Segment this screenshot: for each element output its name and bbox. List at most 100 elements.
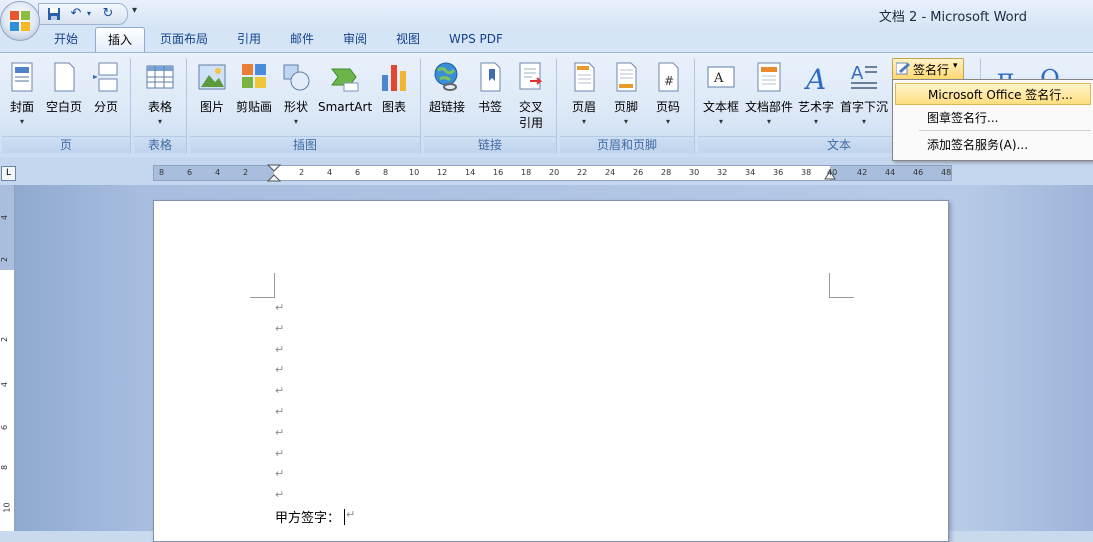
paragraph-mark: ↵ xyxy=(275,425,285,439)
paragraph-mark: ↵ xyxy=(346,508,356,521)
tab-references[interactable]: 引用 xyxy=(225,27,273,51)
signature-line-menu: Microsoft Office 签名行... 图章签名行... 添加签名服务(… xyxy=(892,79,1093,161)
ruler-tick: 46 xyxy=(913,168,924,177)
globe-link-icon xyxy=(434,62,458,91)
group-links: 超链接 书签 交叉 引用 链接 xyxy=(424,57,557,155)
ribbon-tabs: 开始 插入 页面布局 引用 邮件 审阅 视图 WPS PDF xyxy=(0,27,1093,52)
crop-mark-left xyxy=(250,273,275,298)
signature-pen-icon xyxy=(896,62,910,75)
ruler-tick: 8 xyxy=(383,168,389,177)
ruler-tick: 18 xyxy=(521,168,532,177)
ruler-tick: 24 xyxy=(605,168,616,177)
ruler-tick: 10 xyxy=(409,168,420,177)
group-header-footer: 页眉 ▾ 页脚 ▾ # 页码 ▾ 页眉和页脚 xyxy=(560,57,695,155)
header-icon xyxy=(574,62,595,92)
title-bar: 文档 2 - Microsoft Word xyxy=(0,0,1093,27)
quick-parts-icon xyxy=(757,62,781,92)
menu-item-office-signature[interactable]: Microsoft Office 签名行... xyxy=(895,83,1091,105)
ruler-tick: 44 xyxy=(885,168,896,177)
ruler-tick: 26 xyxy=(633,168,644,177)
bookmark-icon xyxy=(480,62,501,92)
paragraph-mark: ↵ xyxy=(275,321,285,335)
smartart-icon xyxy=(331,68,359,92)
svg-text:A: A xyxy=(803,63,826,93)
paragraph-mark: ↵ xyxy=(275,384,285,398)
blank-page-icon xyxy=(54,62,75,92)
group-label-tables: 表格 xyxy=(134,136,186,153)
tab-wps-pdf[interactable]: WPS PDF xyxy=(437,27,515,51)
ruler-tick: 48 xyxy=(941,168,952,177)
vertical-ruler-tick: 6 xyxy=(0,424,10,431)
cross-reference-icon xyxy=(519,62,543,90)
ruler-left-margin xyxy=(154,166,274,180)
text-cursor xyxy=(344,509,345,525)
vertical-ruler-tick: 4 xyxy=(0,381,10,388)
quick-access-toolbar: ↶ ▾ ↻ xyxy=(38,3,128,25)
tab-selector[interactable]: L xyxy=(1,166,16,181)
group-tables: 表格 ▾ 表格 xyxy=(134,57,187,155)
signature-dropdown-icon[interactable]: ▾ xyxy=(953,61,958,71)
paragraph-mark: ↵ xyxy=(275,405,285,418)
undo-dropdown-icon[interactable]: ▾ xyxy=(85,6,93,22)
window-title: 文档 2 - Microsoft Word xyxy=(878,10,1027,25)
save-icon[interactable] xyxy=(47,7,61,21)
vertical-ruler-tick: 2 xyxy=(0,256,10,263)
tab-view[interactable]: 视图 xyxy=(384,27,432,51)
undo-button[interactable]: ↶ xyxy=(67,6,85,22)
paragraph-mark: ↵ xyxy=(275,446,285,460)
ruler-tick: 30 xyxy=(689,168,700,177)
vertical-ruler-tick: 4 xyxy=(0,214,10,221)
ruler-tick: 14 xyxy=(465,168,476,177)
ruler-tick: 2 xyxy=(243,168,249,177)
document-page[interactable]: ↵ ↵ ↵ ↵ ↵ ↵ ↵ ↵ ↵ ↵ 甲方签字： ↵ xyxy=(153,200,949,542)
drop-cap-icon: A xyxy=(851,63,877,89)
table-icon xyxy=(146,65,174,89)
group-illustrations: 图片 剪贴画 形状 ▾ SmartArt 图表 插图 xyxy=(190,57,421,155)
vertical-ruler-tick: 2 xyxy=(0,336,10,343)
paragraph-mark: ↵ xyxy=(275,301,285,314)
vertical-ruler-tick: 8 xyxy=(0,464,10,471)
ruler-tick: 40 xyxy=(827,168,838,177)
indent-marker-icon[interactable] xyxy=(267,164,281,182)
ruler-tick: 28 xyxy=(661,168,672,177)
group-label-illustrations: 插图 xyxy=(190,136,420,153)
svg-text:A: A xyxy=(713,71,724,86)
customize-qat-icon[interactable]: ▾ xyxy=(132,5,137,16)
signature-line-button[interactable]: 签名行 ▾ xyxy=(892,58,964,80)
shapes-icon xyxy=(283,64,310,91)
ruler-tick: 38 xyxy=(801,168,812,177)
paragraph-mark: ↵ xyxy=(275,363,285,377)
group-label-header-footer: 页眉和页脚 xyxy=(560,136,694,153)
ruler-tick: 6 xyxy=(187,168,193,177)
tab-insert[interactable]: 插入 xyxy=(95,27,146,52)
ruler-tick: 34 xyxy=(745,168,756,177)
textbox-icon: A xyxy=(707,66,735,88)
ruler-tick: 22 xyxy=(577,168,588,177)
vertical-ruler-tick: 10 xyxy=(2,502,12,513)
group-label-pages: 页 xyxy=(2,136,130,153)
picture-icon xyxy=(198,64,226,90)
svg-text:#: # xyxy=(664,74,674,88)
office-button[interactable] xyxy=(0,1,40,41)
vertical-ruler[interactable]: 4 2 2 4 6 8 10 xyxy=(0,185,15,531)
tab-home[interactable]: 开始 xyxy=(42,27,90,51)
redo-button[interactable]: ↻ xyxy=(99,6,117,22)
paragraph-mark: ↵ xyxy=(275,467,285,481)
horizontal-ruler[interactable]: 8 6 4 2 2 4 6 8 10 12 14 16 18 20 22 24 26 28 30 32 34 36 38 40… xyxy=(153,164,952,182)
ruler-tick: 12 xyxy=(437,168,448,177)
menu-item-stamp-signature[interactable]: 图章签名行... xyxy=(895,107,1091,129)
signature-text: 甲方签字： xyxy=(275,511,341,526)
page-break-icon xyxy=(93,62,118,92)
ruler-tick: 4 xyxy=(215,168,221,177)
group-label-links: 链接 xyxy=(424,136,556,153)
tab-page-layout[interactable]: 页面布局 xyxy=(148,27,220,51)
menu-item-add-signature-service[interactable]: 添加签名服务(A)... xyxy=(895,134,1091,156)
ruler-tick: 20 xyxy=(549,168,560,177)
ruler-tick: 36 xyxy=(773,168,784,177)
ruler-tick: 6 xyxy=(355,168,361,177)
tab-mailings[interactable]: 邮件 xyxy=(278,27,326,51)
ruler-tick: 8 xyxy=(159,168,165,177)
chart-icon xyxy=(382,65,406,91)
tab-review[interactable]: 审阅 xyxy=(331,27,379,51)
ruler-tick: 32 xyxy=(717,168,728,177)
